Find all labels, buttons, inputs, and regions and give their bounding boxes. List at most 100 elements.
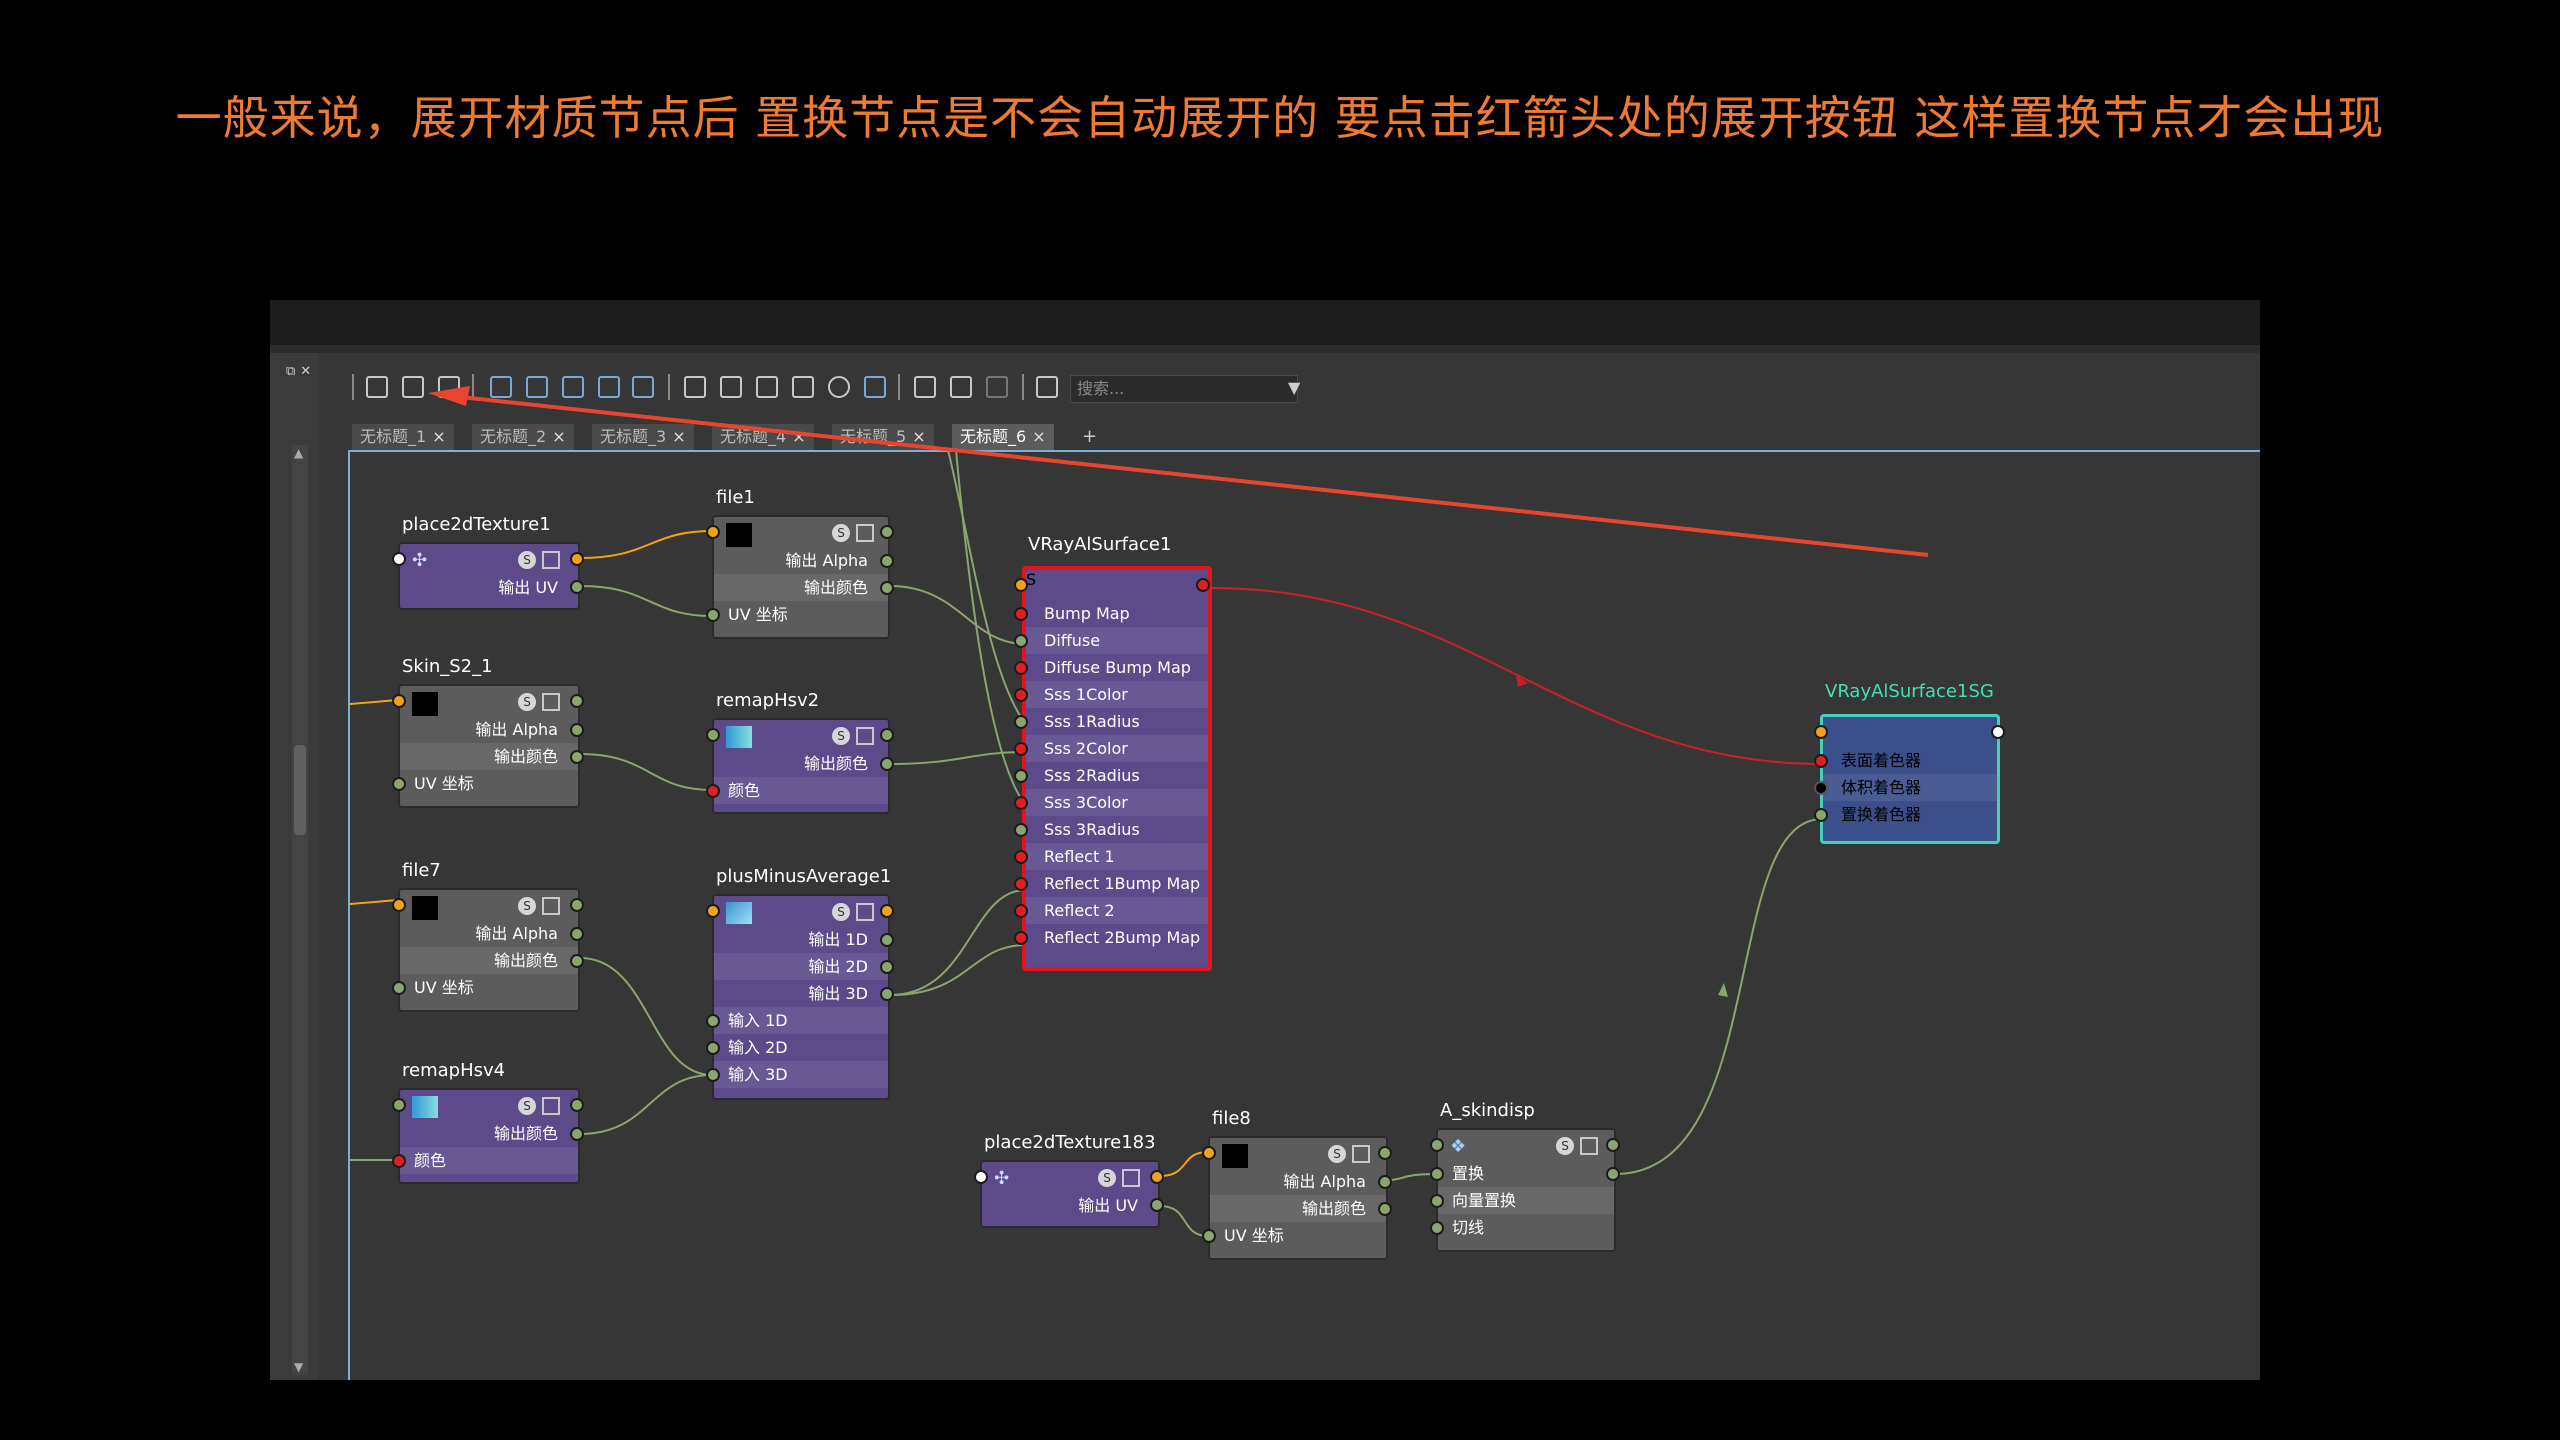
node-file8[interactable]: file8 S 输出 Alpha 输出颜色 UV 坐标 <box>1202 1108 1392 1260</box>
attr-list-icon[interactable] <box>1122 1169 1140 1187</box>
input-port[interactable] <box>1814 725 1828 739</box>
input-port[interactable] <box>392 552 406 566</box>
output-port[interactable] <box>1378 1202 1392 1216</box>
output-port[interactable] <box>1378 1175 1392 1189</box>
swatch-toggle-icon[interactable]: S <box>518 693 536 711</box>
input-port[interactable] <box>1814 754 1828 768</box>
node-vrayalsurface1sg[interactable]: VRayAlSurface1SG 表面着色器 体积着色器 置换着色器 <box>1814 681 2005 844</box>
input-port[interactable] <box>392 981 406 995</box>
output-port[interactable] <box>570 552 584 566</box>
swatch-toggle-icon[interactable]: S <box>1098 1169 1116 1187</box>
input-port[interactable] <box>1014 634 1028 648</box>
swatch-toggle-icon[interactable]: S <box>832 524 850 542</box>
node-file1[interactable]: file1 S 输出 Alpha 输出颜色 UV 坐标 <box>706 487 894 639</box>
output-port[interactable] <box>880 581 894 595</box>
input-port[interactable] <box>1014 877 1028 891</box>
input-port[interactable] <box>706 784 720 798</box>
node-plusminusaverage1[interactable]: plusMinusAverage1 S 输出 1D 输出 2D 输出 3D 输入… <box>706 866 894 1100</box>
input-port[interactable] <box>1014 904 1028 918</box>
swatch-toggle-icon[interactable]: S <box>518 897 536 915</box>
input-port[interactable] <box>1430 1138 1444 1152</box>
output-port[interactable] <box>570 580 584 594</box>
output-port[interactable] <box>880 757 894 771</box>
output-port[interactable] <box>1991 725 2005 739</box>
node-remaphsv2[interactable]: remapHsv2 S 输出颜色 颜色 <box>706 690 894 814</box>
vray-attr-row[interactable]: Reflect 1 <box>1014 843 1208 870</box>
input-port[interactable] <box>392 1154 406 1168</box>
input-port[interactable] <box>706 608 720 622</box>
output-port[interactable] <box>1196 578 1210 592</box>
output-port[interactable] <box>880 960 894 974</box>
input-port[interactable] <box>706 525 720 539</box>
attr-list-icon[interactable] <box>542 693 560 711</box>
output-port[interactable] <box>880 728 894 742</box>
node-vrayalsurface1[interactable]: VRayAlSurface1 S Bump Map Diffuse Diffuse … <box>1014 534 1212 971</box>
output-port[interactable] <box>570 750 584 764</box>
input-port[interactable] <box>1814 781 1828 795</box>
input-port[interactable] <box>706 728 720 742</box>
output-port[interactable] <box>570 694 584 708</box>
output-port[interactable] <box>570 954 584 968</box>
attr-list-icon[interactable] <box>542 1097 560 1115</box>
attr-list-icon[interactable] <box>542 897 560 915</box>
attr-list-icon[interactable] <box>542 551 560 569</box>
input-port[interactable] <box>392 898 406 912</box>
vray-attr-row[interactable]: Sss 2Radius <box>1014 762 1208 789</box>
node-place2dtexture1[interactable]: place2dTexture1 ✣ S 输出 UV <box>392 514 584 610</box>
vray-attr-row[interactable]: Diffuse Bump Map <box>1014 654 1208 681</box>
input-port[interactable] <box>1014 769 1028 783</box>
input-port[interactable] <box>1430 1194 1444 1208</box>
vray-attr-row[interactable]: Sss 1Color <box>1014 681 1208 708</box>
input-port[interactable] <box>1430 1167 1444 1181</box>
vray-attr-row[interactable]: Bump Map <box>1014 600 1208 627</box>
output-port[interactable] <box>1150 1198 1164 1212</box>
input-port[interactable] <box>1014 931 1028 945</box>
input-port[interactable] <box>1014 850 1028 864</box>
swatch-toggle-icon[interactable]: S <box>832 903 850 921</box>
output-port[interactable] <box>570 1098 584 1112</box>
vray-attr-row[interactable]: Reflect 2Bump Map <box>1014 924 1208 951</box>
input-port[interactable] <box>706 1014 720 1028</box>
vray-attr-row[interactable]: Reflect 2 <box>1014 897 1208 924</box>
attr-list-icon[interactable] <box>856 903 874 921</box>
output-port[interactable] <box>570 927 584 941</box>
output-port[interactable] <box>880 904 894 918</box>
input-port[interactable] <box>1202 1229 1216 1243</box>
input-port[interactable] <box>1814 808 1828 822</box>
input-port[interactable] <box>1014 823 1028 837</box>
input-port[interactable] <box>1014 661 1028 675</box>
swatch-toggle-icon[interactable]: S <box>518 1097 536 1115</box>
vray-attr-row[interactable]: Sss 2Color <box>1014 735 1208 762</box>
output-port[interactable] <box>1606 1138 1620 1152</box>
input-port[interactable] <box>392 1098 406 1112</box>
swatch-toggle-icon[interactable]: S <box>1556 1137 1574 1155</box>
swatch-toggle-icon[interactable]: S <box>832 727 850 745</box>
input-port[interactable] <box>706 1041 720 1055</box>
input-port[interactable] <box>706 904 720 918</box>
output-port[interactable] <box>880 525 894 539</box>
vray-attr-row[interactable]: Sss 1Radius <box>1014 708 1208 735</box>
node-remaphsv4[interactable]: remapHsv4 S 输出颜色 颜色 <box>392 1060 584 1184</box>
input-port[interactable] <box>1430 1221 1444 1235</box>
node-place2dtexture183[interactable]: place2dTexture183 ✣ S 输出 UV <box>974 1132 1164 1228</box>
output-port[interactable] <box>570 898 584 912</box>
attr-list-icon[interactable] <box>1352 1145 1370 1163</box>
output-port[interactable] <box>1378 1146 1392 1160</box>
swatch-toggle-icon[interactable]: S <box>1026 570 1208 589</box>
attr-list-icon[interactable] <box>856 524 874 542</box>
output-port[interactable] <box>1606 1167 1620 1181</box>
output-port[interactable] <box>880 554 894 568</box>
input-port[interactable] <box>1202 1146 1216 1160</box>
vray-attr-row[interactable]: Diffuse <box>1014 627 1208 654</box>
input-port[interactable] <box>1014 607 1028 621</box>
input-port[interactable] <box>1014 688 1028 702</box>
input-port[interactable] <box>1014 715 1028 729</box>
node-file7[interactable]: file7 S 输出 Alpha 输出颜色 UV 坐标 <box>392 860 584 1012</box>
attr-list-icon[interactable] <box>856 727 874 745</box>
output-port[interactable] <box>570 723 584 737</box>
input-port[interactable] <box>974 1170 988 1184</box>
input-port[interactable] <box>392 694 406 708</box>
input-port[interactable] <box>1014 742 1028 756</box>
output-port[interactable] <box>880 987 894 1001</box>
node-skin-s2-1[interactable]: Skin_S2_1 S 输出 Alpha 输出颜色 UV 坐标 <box>392 656 584 808</box>
